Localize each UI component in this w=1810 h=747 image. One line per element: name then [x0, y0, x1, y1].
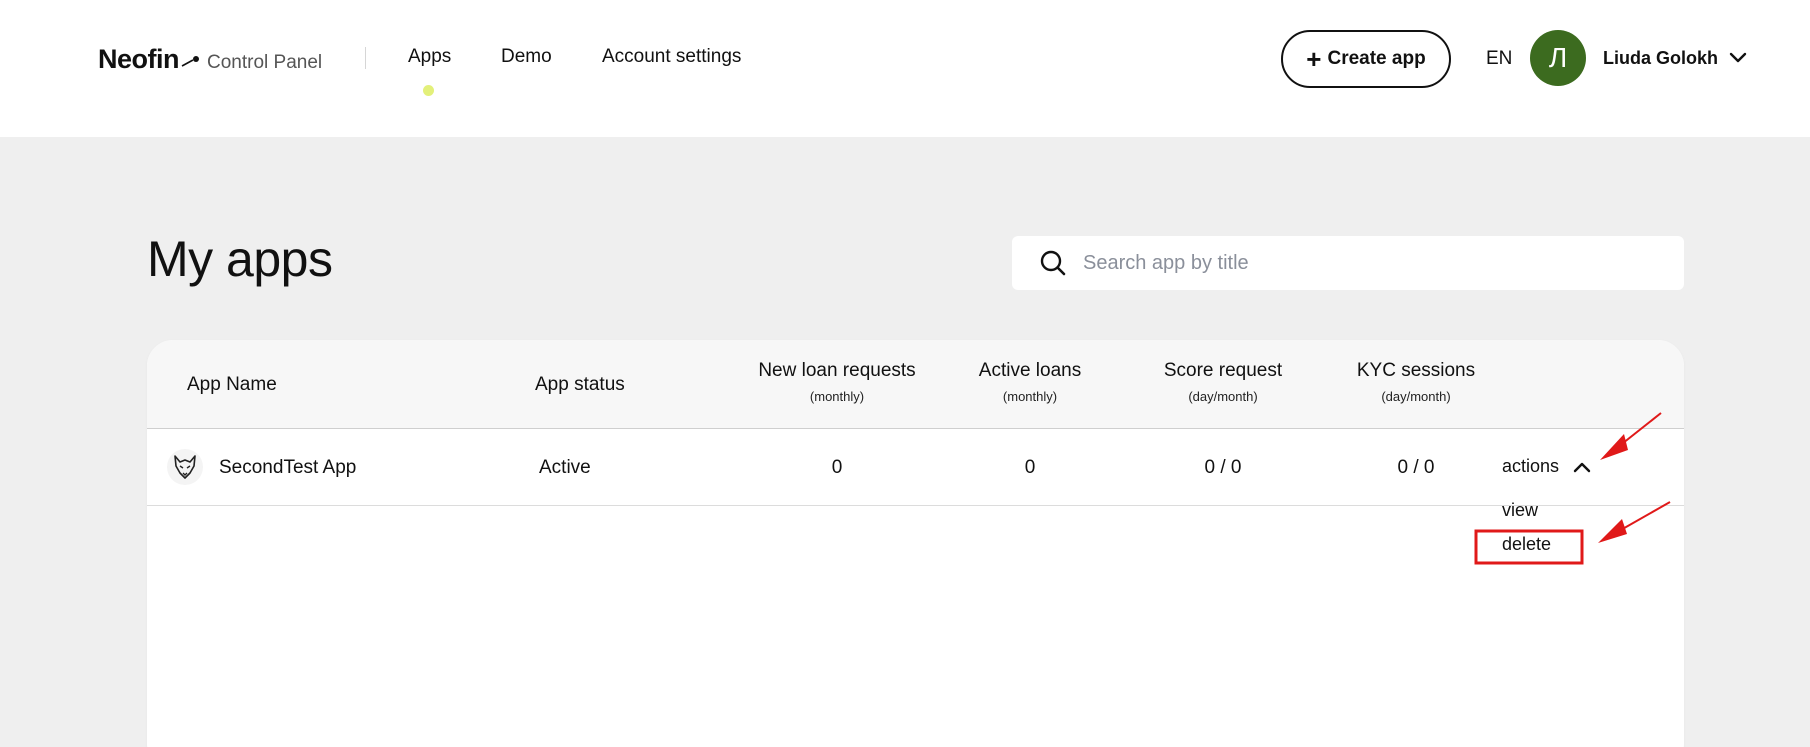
table-row[interactable]: SecondTest App Active 0 0 0 / 0 0 / 0 ac… [147, 429, 1684, 506]
create-app-label: Create app [1327, 48, 1426, 69]
user-name[interactable]: Liuda Golokh [1603, 48, 1718, 69]
brand-logo[interactable]: Neofin Control Panel [98, 44, 322, 75]
nav-account-settings[interactable]: Account settings [602, 46, 741, 68]
wolf-icon [174, 455, 196, 479]
column-header-label: Active loans [978, 360, 1082, 381]
app-status: Active [539, 457, 591, 478]
logo-subtitle: Control Panel [207, 52, 323, 73]
nav-demo[interactable]: Demo [501, 46, 552, 68]
header-divider [365, 47, 366, 69]
column-header-sublabel: (monthly) [809, 389, 865, 404]
column-header-app-name: App Name [187, 374, 277, 396]
chevron-up-icon [1573, 462, 1591, 472]
logo-text: Neofin [98, 44, 180, 74]
search-icon [1040, 250, 1066, 276]
avatar-initial: Л [1548, 42, 1568, 73]
new-loan-requests-value: 0 [831, 457, 843, 478]
column-header-kyc-sessions: KYC sessions (day/month) [1326, 360, 1506, 404]
actions-label: actions [1502, 456, 1560, 476]
column-header-sublabel: (monthly) [1002, 389, 1058, 404]
chevron-down-icon[interactable] [1729, 52, 1747, 64]
wolf-logo-icon [167, 449, 203, 485]
column-header-label: App Name [187, 374, 277, 395]
language-selector[interactable]: EN [1486, 48, 1512, 70]
menu-item-delete[interactable]: delete [1502, 534, 1551, 555]
actions-toggle[interactable]: actions [1502, 456, 1591, 477]
search-box[interactable] [1012, 236, 1684, 290]
page-title: My apps [147, 231, 333, 287]
column-header-app-status: App status [535, 374, 625, 396]
column-header-new-loan-requests: New loan requests (monthly) [727, 360, 947, 404]
plus-icon: + [1306, 44, 1322, 74]
nav-active-indicator [423, 85, 434, 96]
active-loans-value: 0 [1024, 457, 1036, 478]
column-header-sublabel: (day/month) [1381, 389, 1451, 404]
score-request-value: 0 / 0 [1204, 457, 1242, 478]
column-header-label: App status [535, 374, 625, 395]
avatar[interactable]: Л [1530, 30, 1586, 86]
logo-mark-icon [181, 56, 199, 67]
column-header-score-request: Score request (day/month) [1133, 360, 1313, 404]
create-app-button[interactable]: + Create app [1281, 30, 1451, 88]
nav-apps[interactable]: Apps [408, 46, 451, 68]
column-header-label: New loan requests [758, 360, 916, 381]
column-header-active-loans: Active loans (monthly) [940, 360, 1120, 404]
search-input[interactable] [1083, 251, 1643, 275]
column-header-label: Score request [1163, 360, 1283, 381]
app-name[interactable]: SecondTest App [219, 457, 356, 479]
column-header-label: KYC sessions [1356, 360, 1476, 381]
apps-table-card: App Name App status New loan requests (m… [147, 340, 1684, 747]
table-header: App Name App status New loan requests (m… [147, 340, 1684, 429]
menu-item-view[interactable]: view [1502, 500, 1538, 521]
column-header-sublabel: (day/month) [1188, 389, 1258, 404]
kyc-sessions-value: 0 / 0 [1397, 457, 1435, 478]
top-navigation-bar: Neofin Control Panel Apps Demo Account s… [0, 0, 1810, 137]
